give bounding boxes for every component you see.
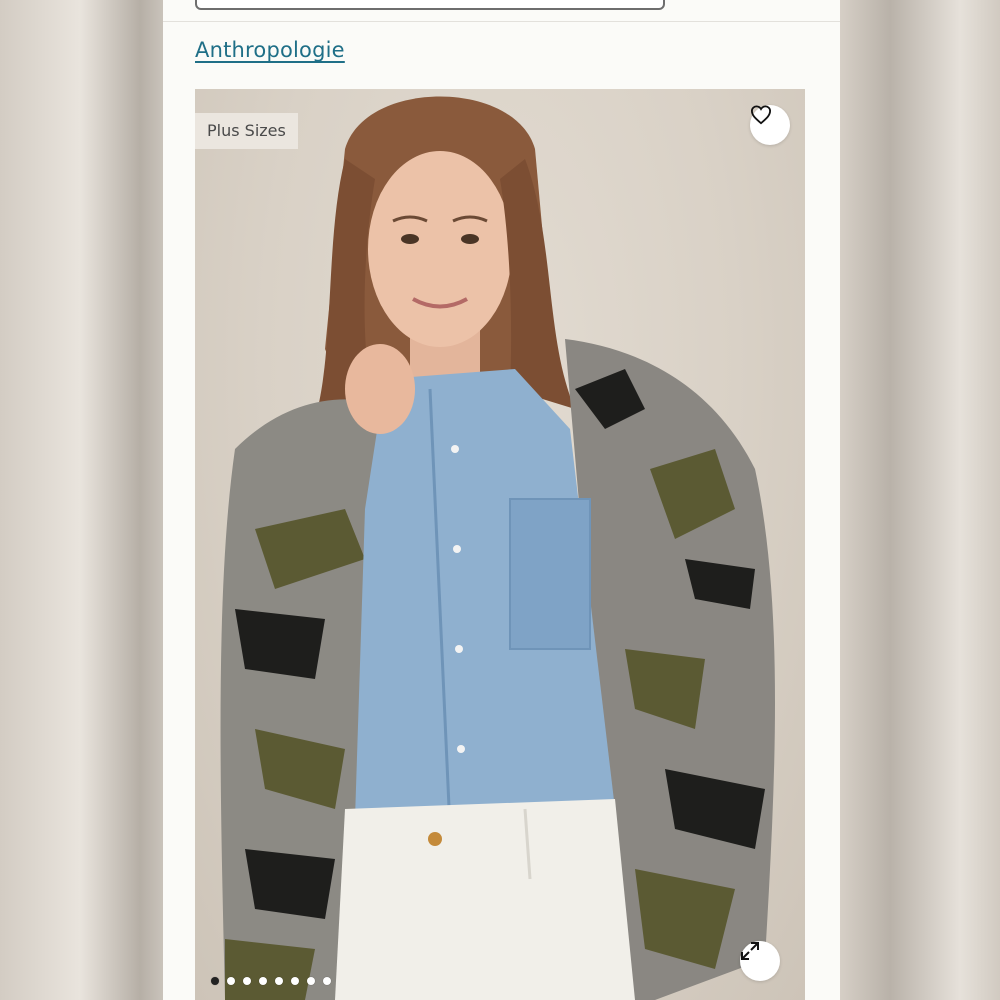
product-photo [220, 96, 775, 1000]
product-panel: Anthropologie Plus Sizes [163, 0, 840, 1000]
divider [163, 21, 840, 22]
carousel-dot[interactable] [227, 977, 235, 985]
carousel-dot[interactable] [275, 977, 283, 985]
carousel-dot[interactable] [291, 977, 299, 985]
carousel-pagination [211, 977, 331, 985]
carousel-dot[interactable] [211, 977, 219, 985]
brand-link[interactable]: Anthropologie [195, 38, 345, 62]
carousel-dot[interactable] [307, 977, 315, 985]
expand-image-button[interactable] [740, 941, 780, 981]
product-image-carousel[interactable]: Plus Sizes [195, 89, 805, 1000]
plus-sizes-badge: Plus Sizes [195, 113, 298, 149]
search-input[interactable] [195, 0, 665, 10]
carousel-dot[interactable] [243, 977, 251, 985]
carousel-dot[interactable] [259, 977, 267, 985]
favorite-button[interactable] [750, 105, 790, 145]
expand-arrows-icon [741, 942, 759, 960]
carousel-dot[interactable] [323, 977, 331, 985]
heart-icon [750, 105, 772, 125]
